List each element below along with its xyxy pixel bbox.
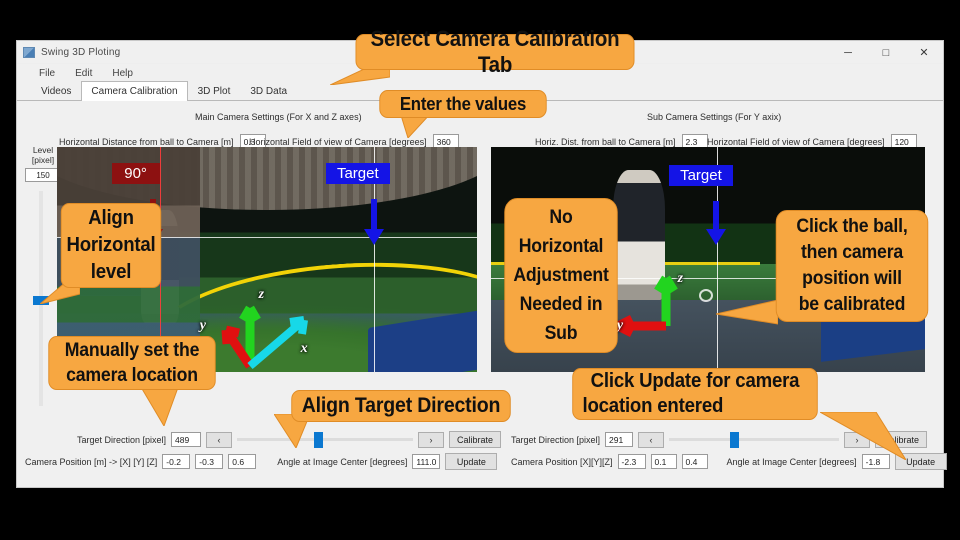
main-prev-button[interactable]: ‹ <box>206 431 233 448</box>
main-camera-position-row: Camera Position [m] -> [X] [Y] [Z] -0.2 … <box>25 453 498 470</box>
main-axis-y-label: y <box>199 318 207 333</box>
main-target-tag: Target <box>325 162 390 184</box>
sub-axis-y-label: y <box>616 318 624 333</box>
main-camera-pos-y-input[interactable]: -0.3 <box>195 454 224 469</box>
callout-select-tab: Select Camera Calibration Tab <box>355 26 635 77</box>
callout-manual-camera: Manually set the camera location <box>48 336 216 390</box>
main-camera-position-label: Camera Position [m] -> [X] [Y] [Z] <box>25 456 158 467</box>
sub-target-arrow-icon <box>705 201 726 245</box>
main-camera-section-title: Main Camera Settings (For X and Z axes) <box>195 112 362 122</box>
sub-distance-label: Horiz. Dist. from ball to Camera [m] <box>535 136 676 147</box>
main-target-direction-input[interactable]: 489 <box>171 432 202 447</box>
callout-manual-camera-line2: camera location <box>66 365 198 386</box>
sub-camera-pos-x-input[interactable]: -2.3 <box>617 454 646 469</box>
sub-target-direction-label: Target Direction [pixel] <box>511 434 601 445</box>
callout-click-ball-line2: then camera <box>800 242 904 263</box>
tab-camera-calibration[interactable]: Camera Calibration <box>81 81 188 101</box>
main-target-slider[interactable] <box>237 431 414 448</box>
callout-click-update-line2: location entered <box>582 395 724 417</box>
callout-align-horizontal-line1: Align <box>88 207 134 229</box>
main-fov-label: Horizontal Field of view of Camera [degr… <box>249 136 427 147</box>
callout-click-update-line1: Click Update for camera <box>590 370 800 392</box>
callout-no-adjustment-line4: Needed in <box>519 294 603 315</box>
level-label-line2: [pixel] <box>31 154 55 165</box>
sub-prev-button[interactable]: ‹ <box>638 431 665 448</box>
sub-target-direction-input[interactable]: 291 <box>605 432 634 447</box>
callout-no-adjustment-line5: Sub <box>544 323 578 344</box>
main-angle-tag: 90° <box>111 162 160 184</box>
callout-no-adjustment-line2: Horizontal <box>518 236 604 257</box>
level-value-input[interactable]: 150 <box>25 168 61 182</box>
main-camera-pos-x-input[interactable]: -0.2 <box>162 454 191 469</box>
main-axis-x-label: x <box>300 340 308 356</box>
window-title: Swing 3D Ploting <box>41 46 121 58</box>
sub-axis-z-label: z <box>677 270 684 286</box>
callout-no-adjustment: No Horizontal Adjustment Needed in Sub <box>504 198 618 353</box>
callout-align-target-text: Align Target Direction <box>301 394 501 417</box>
main-camera-pos-z-input[interactable]: 0.6 <box>228 454 257 469</box>
sub-camera-pos-z-input[interactable]: 0.4 <box>681 454 708 469</box>
callout-click-ball-line1: Click the ball, <box>796 216 908 237</box>
tab-3d-plot[interactable]: 3D Plot <box>188 81 241 100</box>
sub-camera-section-title: Sub Camera Settings (For Y axix) <box>647 112 782 122</box>
main-update-button[interactable]: Update <box>445 453 498 470</box>
sub-target-slider[interactable] <box>669 431 840 448</box>
sub-fov-label: Horizontal Field of view of Camera [degr… <box>707 136 885 147</box>
sub-camera-pos-y-input[interactable]: 0.1 <box>650 454 677 469</box>
callout-manual-camera-line1: Manually set the <box>64 340 200 361</box>
sub-camera-position-label: Camera Position [X][Y][Z] <box>511 456 613 467</box>
main-target-direction-label: Target Direction [pixel] <box>77 434 167 445</box>
callout-enter-values-text: Enter the values <box>399 93 527 114</box>
menu-edit[interactable]: Edit <box>75 68 92 79</box>
click-update-callout-tail <box>820 412 906 460</box>
callout-no-adjustment-line3: Adjustment <box>513 265 609 286</box>
tab-3d-data[interactable]: 3D Data <box>240 81 297 100</box>
main-angle-label: Angle at Image Center [degrees] <box>277 456 408 467</box>
menu-file[interactable]: File <box>39 68 55 79</box>
main-calibrate-button[interactable]: Calibrate <box>449 431 502 448</box>
app-icon <box>23 46 35 58</box>
main-angle-input[interactable]: 111.0 <box>412 454 441 469</box>
maximize-icon[interactable]: □ <box>867 41 905 64</box>
sub-slider-track <box>669 438 840 441</box>
callout-click-ball-line3: position will <box>802 268 902 289</box>
menu-help[interactable]: Help <box>112 68 133 79</box>
main-axis-z-label: z <box>258 286 265 302</box>
sub-target-tag: Target <box>668 165 733 186</box>
window-buttons: ─ □ ✕ <box>829 41 943 64</box>
minimize-icon[interactable]: ─ <box>829 41 867 64</box>
screenshot-root: Swing 3D Ploting ─ □ ✕ File Edit Help Vi… <box>0 0 960 540</box>
callout-click-ball-line4: be calibrated <box>798 294 906 315</box>
click-ball-callout-tail <box>716 300 778 325</box>
main-slider-track <box>237 438 414 441</box>
callout-align-horizontal: Align Horizontal level <box>60 203 162 288</box>
tab-videos[interactable]: Videos <box>31 81 81 100</box>
callout-click-update: Click Update for camera location entered <box>572 368 818 420</box>
callout-align-horizontal-line2: Horizontal <box>66 234 156 256</box>
main-target-arrow-icon <box>363 198 384 245</box>
callout-align-horizontal-line3: level <box>90 261 132 283</box>
level-control: Level [pixel] 150 <box>25 145 61 182</box>
main-distance-label: Horizontal Distance from ball to Camera … <box>59 136 234 147</box>
callout-select-tab-text: Select Camera Calibration Tab <box>370 26 620 77</box>
main-next-button[interactable]: › <box>418 431 445 448</box>
callout-click-ball: Click the ball, then camera position wil… <box>775 210 929 322</box>
callout-enter-values: Enter the values <box>379 90 547 118</box>
sub-slider-thumb[interactable] <box>730 431 740 448</box>
main-axes-icon <box>221 305 309 369</box>
callout-no-adjustment-line1: No <box>549 207 573 228</box>
close-icon[interactable]: ✕ <box>905 41 943 64</box>
callout-align-target: Align Target Direction <box>291 390 511 422</box>
